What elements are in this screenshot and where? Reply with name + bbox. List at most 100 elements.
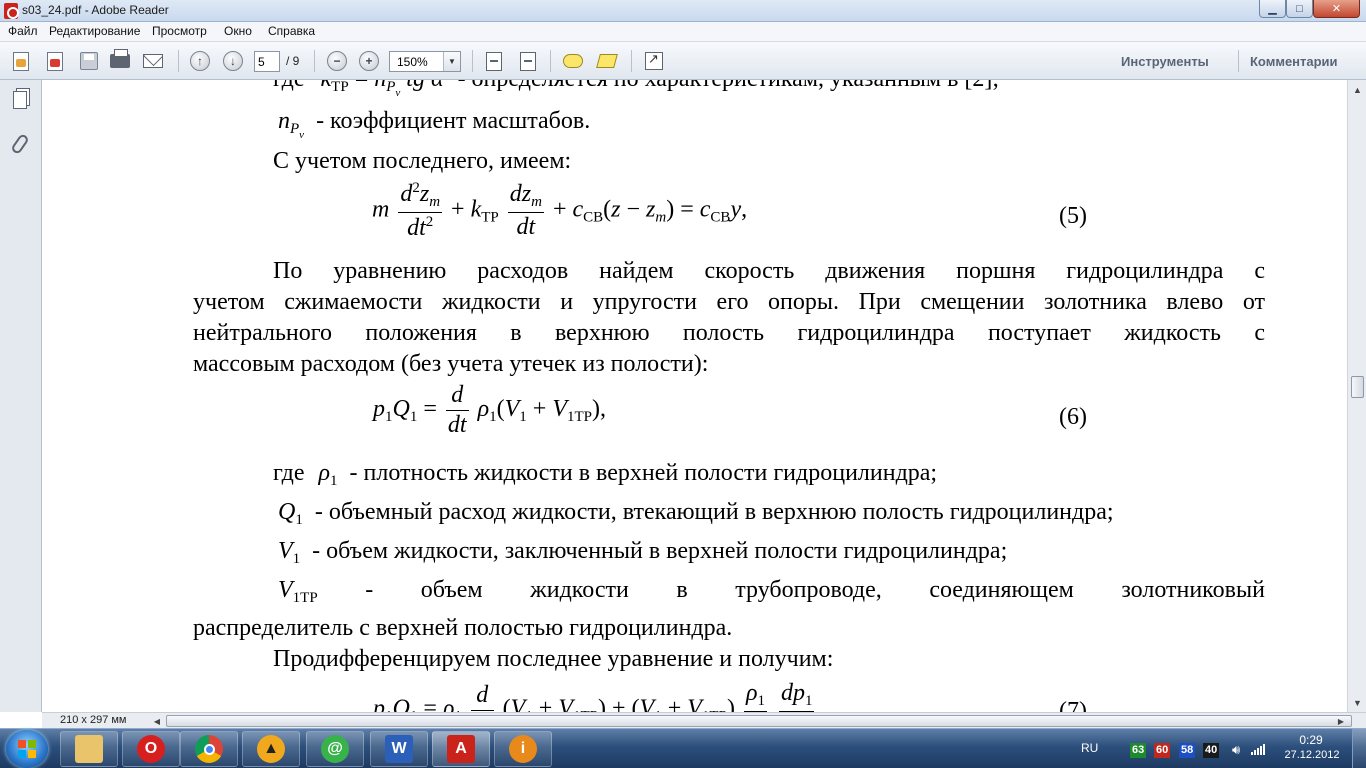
paragraph-line: учетом сжимаемости жидкости и упругости … — [193, 289, 1265, 315]
menu-window[interactable]: Окно — [222, 24, 254, 38]
show-desktop-button[interactable] — [1352, 729, 1366, 768]
taskbar: O ▲ @ W A i RU 63 60 58 40 🔊︎ 0:29 27.12… — [0, 728, 1366, 768]
text: - плотность жидкости в верхней полости г… — [349, 460, 938, 486]
attachments-button[interactable] — [9, 132, 31, 156]
menu-help[interactable]: Справка — [266, 24, 317, 38]
volume-icon[interactable]: 🔊︎ — [1232, 742, 1240, 758]
minimize-button[interactable]: ▁ — [1259, 0, 1286, 18]
text: - — [365, 577, 374, 603]
word-icon: W — [385, 735, 413, 763]
equation-5: m d2zm dt2 + kТР dzm dt + cСВ(z − zm) = cС… — [372, 180, 748, 241]
page-number-input[interactable] — [254, 51, 280, 72]
zoom-out-button[interactable]: − — [324, 49, 350, 73]
vertical-scroll-thumb[interactable] — [1351, 376, 1364, 398]
taskbar-app-triangle[interactable]: ▲ — [242, 731, 300, 767]
equation-7: p1Q1 = ρ1 ddt (V1 + V1ТР) + (V1 + V1ТР) … — [373, 680, 817, 712]
taskbar-opera[interactable]: O — [122, 731, 180, 767]
previous-page-button[interactable]: ↑ — [187, 49, 213, 73]
tools-pane-button[interactable]: Инструменты — [1121, 54, 1209, 69]
text: - коэффициент масштабов. — [316, 108, 591, 134]
taskbar-explorer[interactable] — [60, 731, 118, 767]
taskbar-info[interactable]: i — [494, 731, 552, 767]
pages-icon — [13, 91, 27, 109]
taskbar-icq[interactable]: @ — [306, 731, 364, 767]
chrome-icon — [195, 735, 223, 763]
menu-bar: Файл Редактирование Просмотр Окно Справк… — [0, 22, 1366, 42]
paragraph-line: массовым расходом (без учета утечек из п… — [193, 351, 709, 377]
definition-v1: V1 - объем жидкости, заключенный в верхн… — [278, 538, 1008, 567]
fit-page-button[interactable] — [515, 49, 541, 73]
menu-file[interactable]: Файл — [6, 24, 40, 38]
tray-temp-badge: 58 — [1179, 743, 1196, 758]
highlight-button[interactable] — [594, 49, 620, 73]
scroll-down-arrow-icon[interactable]: ▼ — [1349, 694, 1366, 711]
fit-page-icon — [520, 51, 536, 71]
info-icon: i — [509, 735, 537, 763]
network-signal-icon[interactable] — [1251, 743, 1265, 755]
toolbar-separator — [472, 50, 473, 72]
add-comment-button[interactable] — [560, 49, 586, 73]
plus-icon: + — [359, 51, 379, 71]
paperclip-icon — [10, 132, 30, 156]
clock-date[interactable]: 27.12.2012 — [1284, 749, 1340, 761]
explorer-icon — [75, 735, 103, 763]
toolbar-separator — [1238, 50, 1239, 72]
menu-view[interactable]: Просмотр — [150, 24, 209, 38]
minus-icon: − — [327, 51, 347, 71]
menu-edit[interactable]: Редактирование — [47, 24, 142, 38]
save-button[interactable] — [76, 49, 102, 73]
toolbar: ↑ ↓ / 9 − + 150% ▼ Инструменты Комментар… — [0, 42, 1366, 80]
text: объем — [420, 577, 483, 603]
navigation-pane — [0, 80, 42, 712]
document-view[interactable]: где kТР = nPv tg α - определяется по хар… — [42, 80, 1347, 712]
clock-time[interactable]: 0:29 — [1288, 733, 1334, 747]
text: - объем жидкости, заключенный в верхней … — [312, 538, 1008, 564]
arrow-down-icon: ↓ — [223, 51, 243, 71]
paragraph-line: По уравнению расходов найдем скорость дв… — [273, 258, 1265, 284]
text: в — [676, 577, 688, 603]
language-indicator[interactable]: RU — [1081, 741, 1098, 755]
text: жидкости — [530, 577, 629, 603]
adobe-reader-app-icon — [4, 3, 19, 19]
text-line-top: где kТР = nPv tg α - определяется по хар… — [273, 80, 999, 99]
opera-icon: O — [137, 735, 165, 763]
read-mode-button[interactable] — [641, 49, 667, 73]
text: - объемный расход жидкости, втекающий в … — [314, 499, 1114, 525]
scroll-up-arrow-icon[interactable]: ▲ — [1349, 81, 1366, 98]
comments-pane-button[interactable]: Комментарии — [1250, 54, 1338, 69]
scroll-right-arrow-icon[interactable]: ▶ — [1334, 714, 1348, 728]
horizontal-scroll-thumb[interactable] — [166, 715, 1352, 727]
page-thumbnails-button[interactable] — [9, 88, 31, 112]
vertical-scrollbar[interactable]: ▲ ▼ — [1347, 80, 1366, 712]
chevron-down-icon[interactable]: ▼ — [443, 52, 460, 71]
zoom-in-button[interactable]: + — [356, 49, 382, 73]
next-page-button[interactable]: ↓ — [220, 49, 246, 73]
taskbar-adobe-reader[interactable]: A — [432, 731, 490, 767]
highlighter-icon — [596, 54, 618, 68]
comment-bubble-icon — [563, 54, 583, 68]
close-button[interactable]: ✕ — [1313, 0, 1360, 18]
tray-temp-badge: 40 — [1203, 743, 1220, 758]
print-button[interactable] — [107, 49, 133, 73]
page-total: / 9 — [286, 54, 300, 68]
equation-6-number: (6) — [1059, 404, 1087, 430]
export-pdf-button[interactable] — [42, 49, 68, 73]
adobe-reader-icon: A — [447, 735, 475, 763]
text-line: Продифференцируем последнее уравнение и … — [273, 646, 834, 672]
taskbar-word[interactable]: W — [370, 731, 428, 767]
app-triangle-icon: ▲ — [257, 735, 285, 763]
maximize-button[interactable]: □ — [1286, 0, 1313, 18]
taskbar-chrome[interactable] — [180, 731, 238, 767]
definition-q: Q1 - объемный расход жидкости, втекающий… — [278, 499, 1114, 528]
zoom-value: 150% — [397, 55, 428, 69]
window-title: s03_24.pdf - Adobe Reader — [22, 3, 169, 17]
email-button[interactable] — [140, 49, 166, 73]
create-pdf-button[interactable] — [8, 49, 34, 73]
scroll-mode-button[interactable] — [481, 49, 507, 73]
text: - определяется по характеристикам, указа… — [458, 80, 1000, 92]
zoom-select[interactable]: 150% ▼ — [389, 51, 461, 72]
start-button[interactable] — [6, 730, 48, 768]
toolbar-separator — [550, 50, 551, 72]
coefficient-line: nPv - коэффициент масштабов. — [278, 108, 591, 141]
scroll-left-arrow-icon[interactable]: ◀ — [150, 714, 164, 728]
